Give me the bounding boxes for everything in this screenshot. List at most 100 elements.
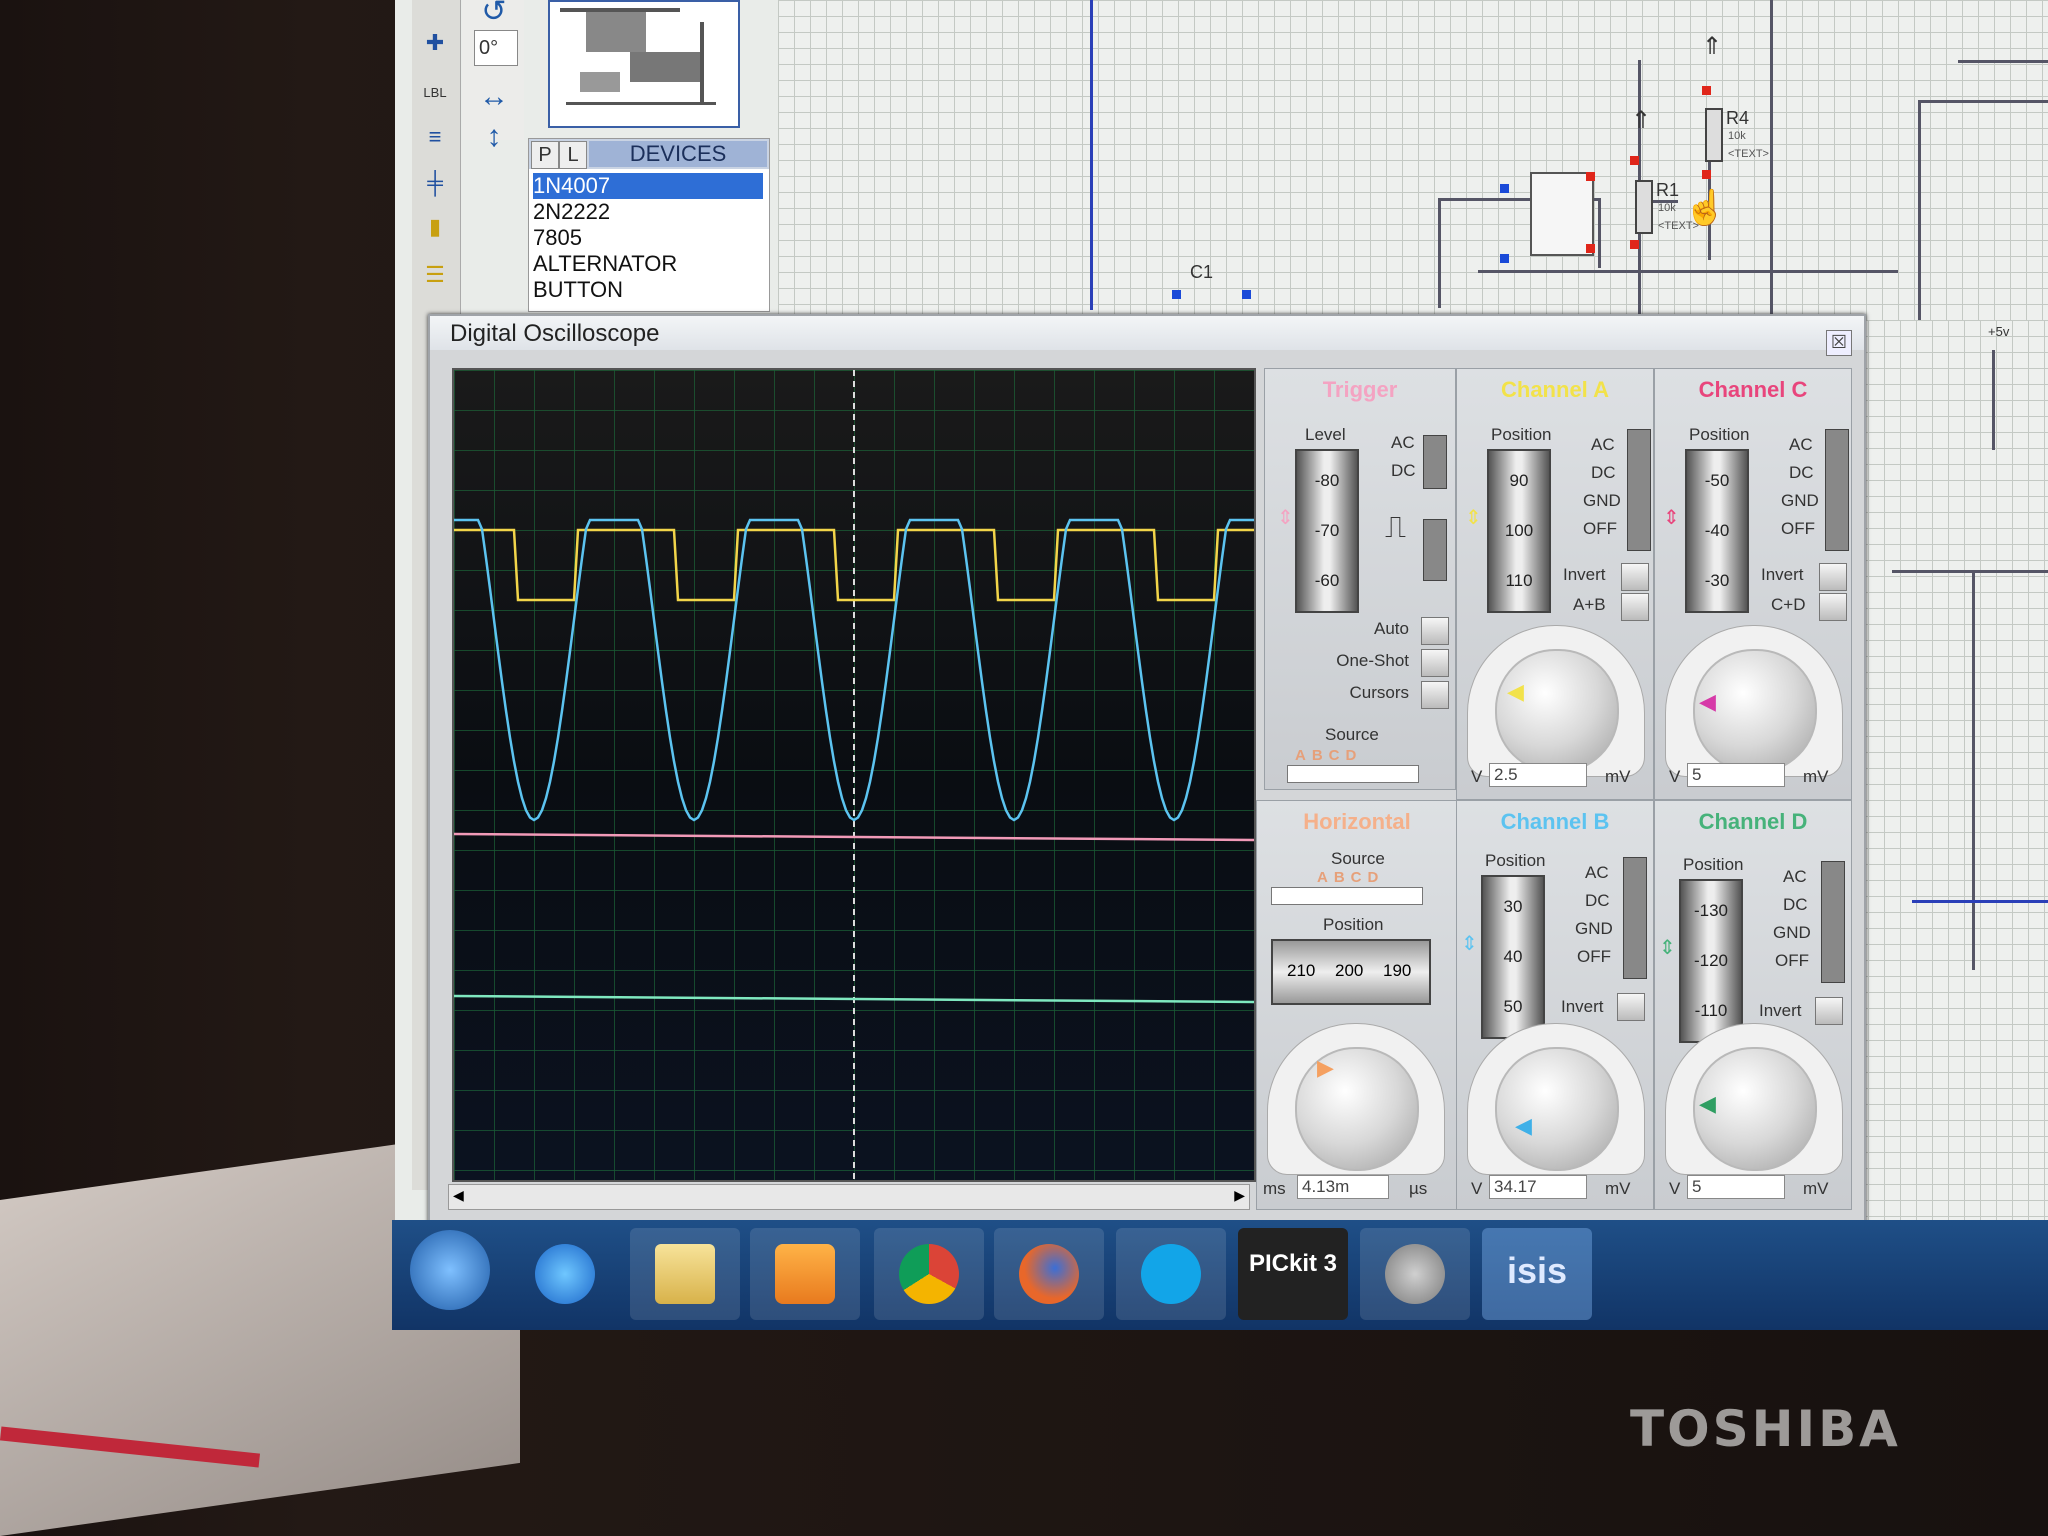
trigger-source-slider[interactable] [1287,765,1419,783]
wire [1478,270,1898,273]
channel-b-invert-toggle[interactable] [1617,993,1645,1021]
channel-b-coupling-switch[interactable] [1623,857,1647,979]
explorer-icon[interactable] [630,1228,740,1320]
one-shot-label: One-Shot [1336,651,1409,670]
scale-tick: 90 [1509,471,1529,490]
library-manager-button[interactable]: L [559,141,587,169]
device-item[interactable]: 2N2222 [533,199,763,225]
schematic-canvas-right[interactable]: +5v [1852,320,2048,1270]
source-label: Source [1325,725,1379,744]
coupling-gnd: GND [1773,923,1811,942]
channel-a-position-scale[interactable]: 90 100 110 [1487,449,1551,613]
overview-window[interactable] [548,0,740,128]
isis-label: isis [1506,1250,1568,1291]
junction-tool-icon[interactable]: ✚ [420,30,450,56]
oscilloscope-titlebar[interactable]: Digital Oscilloscope ☒ [430,316,1864,356]
device-item[interactable]: 1N4007 [533,173,763,199]
trigger-title: Trigger [1322,377,1398,402]
channel-c-combine-toggle[interactable] [1819,593,1847,621]
wire [1992,350,1995,450]
device-item[interactable]: ALTERNATOR [533,251,763,277]
bus-tool-icon[interactable]: ╪ [420,170,450,196]
horizontal-title: Horizontal [1303,809,1411,834]
pickit-icon[interactable]: PICkit 3 [1238,1228,1348,1320]
text-tool-icon[interactable]: ≡ [420,124,450,150]
horizontal-source-slider[interactable] [1271,887,1423,905]
devices-title: DEVICES [589,141,767,167]
channel-c-position-scale[interactable]: -50 -40 -30 [1685,449,1749,613]
coupling-off: OFF [1775,951,1809,970]
pick-devices-button[interactable]: P [531,141,559,169]
channel-c-invert-toggle[interactable] [1819,563,1847,591]
hand-cursor-icon: ☝ [1684,189,1727,227]
channel-a-coupling-switch[interactable] [1627,429,1651,551]
channel-c-panel: Channel C Position -50 -40 -30 ⇕ AC DC G… [1654,368,1852,800]
channel-a-volts-knob[interactable] [1495,649,1619,773]
pickit-label: PICkit 3 [1248,1250,1338,1277]
schematic-canvas[interactable]: R1 10k <TEXT> ⇑ R4 10k <TEXT> ⇑ C1 ☝ [778,0,2048,320]
auto-toggle[interactable] [1421,617,1449,645]
mirror-y-icon[interactable]: ↕ [476,120,512,154]
skype-icon[interactable] [1116,1228,1226,1320]
unit-left: V [1669,767,1681,786]
firefox-icon[interactable] [994,1228,1104,1320]
isis-icon[interactable]: isis [1482,1228,1592,1320]
channel-a-invert-toggle[interactable] [1621,563,1649,591]
channel-d-invert-toggle[interactable] [1815,997,1843,1025]
cursors-toggle[interactable] [1421,681,1449,709]
channel-b-position-scale[interactable]: 30 40 50 [1481,875,1545,1039]
display-scrollbar[interactable]: ◀ ▶ [448,1184,1250,1210]
chrome-icon[interactable] [874,1228,984,1320]
channel-a-combine-toggle[interactable] [1621,593,1649,621]
scale-tick: 190 [1383,961,1412,980]
one-shot-toggle[interactable] [1421,649,1449,677]
taskbar: PICkit 3 isis [392,1220,2048,1330]
unit-right: mV [1605,767,1631,786]
trigger-coupling-switch[interactable] [1423,435,1447,489]
channel-b-panel: Channel B Position 30 40 50 ⇕ AC DC GND … [1456,800,1654,1210]
close-icon[interactable]: ☒ [1826,330,1852,356]
media-player-icon[interactable] [750,1228,860,1320]
overview-block [586,12,646,52]
scope-display[interactable] [452,368,1256,1182]
blue-wire [1090,0,1093,310]
channel-d-coupling-switch[interactable] [1821,861,1845,983]
trigger-level-marker-icon: ⇕ [1277,507,1294,529]
scroll-right-icon[interactable]: ▶ [1234,1187,1245,1204]
mplab-icon[interactable] [1360,1228,1470,1320]
channel-c-coupling-switch[interactable] [1825,429,1849,551]
ie-icon[interactable] [510,1228,620,1320]
rotation-angle-field[interactable]: 0° [474,30,518,66]
position-label: Position [1683,855,1744,874]
cursors-label: Cursors [1349,683,1409,702]
channel-d-position-scale[interactable]: -130 -120 -110 [1679,879,1743,1043]
scale-tick: 30 [1503,897,1523,916]
skype-icon-glyph [1141,1244,1201,1304]
timebase-knob[interactable] [1295,1047,1419,1171]
mirror-x-icon[interactable]: ↔ [476,80,512,114]
source-letters: ABCD [1317,869,1385,886]
channel-b-volts-knob[interactable] [1495,1047,1619,1171]
terminal-tool-icon[interactable]: ☰ [420,262,450,288]
combine-label: A+B [1573,595,1606,614]
trigger-level-scale[interactable]: -80 -70 -60 [1295,449,1359,613]
label-tool-icon[interactable]: LBL [420,80,450,106]
scroll-left-icon[interactable]: ◀ [453,1187,464,1204]
pin [1500,254,1509,263]
horizontal-position-scale[interactable]: 210 200 190 [1271,939,1431,1005]
device-item[interactable]: BUTTON [533,277,763,303]
channel-d-panel: Channel D Position -130 -120 -110 ⇕ AC D… [1654,800,1852,1210]
device-item[interactable]: 7805 [533,225,763,251]
start-icon[interactable] [410,1230,490,1310]
pin [1500,184,1509,193]
trigger-edge-switch[interactable] [1423,519,1447,581]
resistor-r1[interactable] [1635,180,1653,234]
overview-wire [700,22,704,102]
resistor-r4[interactable] [1705,108,1723,162]
unit-left: V [1669,1179,1681,1198]
scale-tick: 110 [1505,571,1533,590]
button-component[interactable] [1530,172,1594,256]
scale-tick: 200 [1335,961,1364,980]
rotate-icon[interactable]: ↺ [476,0,512,29]
subcircuit-tool-icon[interactable]: ▮ [420,214,450,240]
